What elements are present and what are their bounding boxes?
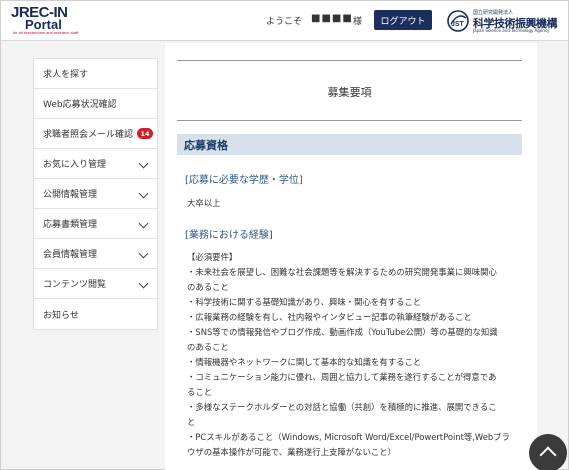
requirement-line: ・コミュニケーション能力に優れ、周囲と協力して業務を遂行することが得意であ <box>187 372 497 382</box>
sidebar-item-contents[interactable]: コンテンツ閲覧 <box>34 269 157 299</box>
requirement-line: ・未来社会を展望し、困難な社会課題等を解決するための研究開発事業に興味関心 <box>187 267 497 277</box>
sidebar-item-web-application-status[interactable]: Web応募状況確認 <box>34 89 157 119</box>
requirement-line: ・科学技術に関する基礎知識があり、興味・関心を有すること <box>187 297 422 307</box>
chevron-down-icon <box>138 188 149 199</box>
requirement-line: ・多様なステークホルダーとの対話と協働（共創）を積極的に推進、展開できるこ <box>187 402 497 412</box>
requirement-line: ・SNS等での情報発信やブログ作成、動画作成（YouTube公開）等の基礎的な知… <box>187 327 498 337</box>
chevron-down-icon <box>138 278 149 289</box>
main-content: 募集要項 応募資格 [応募に必要な学歴・学位] 大卒以上 [業務における経験] … <box>165 43 537 470</box>
requirement-line: 【必須要件】 <box>187 252 238 262</box>
sidebar-item-public-info[interactable]: 公開情報管理 <box>34 179 157 209</box>
sidebar-item-label: 公開情報管理 <box>43 190 98 200</box>
sidebar-item-inquiry-mail[interactable]: 求職者照会メール確認 14 <box>34 119 157 149</box>
requirement-line: ・PCスキルがあること（Windows, Microsoft Word/Exce… <box>187 432 510 442</box>
sidebar-item-label: お知らせ <box>43 310 79 321</box>
requirement-line: ・情報機器やネットワークに関して基本的な知識を有すること <box>187 357 422 367</box>
requirement-line: のあること <box>187 342 229 352</box>
divider <box>177 60 522 61</box>
sidebar-item-news[interactable]: お知らせ <box>34 299 157 329</box>
sidebar-menu: 求人を探す Web応募状況確認 求職者照会メール確認 14 お気に入り管理 公開… <box>33 58 158 330</box>
chevron-down-icon <box>138 218 149 229</box>
chevron-down-icon <box>138 248 149 259</box>
sidebar-item-label: お気に入り管理 <box>43 160 107 170</box>
sidebar-item-label: 応募書類管理 <box>43 220 98 230</box>
jst-emblem-icon: JST <box>447 10 469 32</box>
requirement-line: のあること <box>187 282 229 292</box>
scroll-to-top-button[interactable] <box>529 434 567 470</box>
logo-tagline: for all researchers and research staff <box>13 30 79 35</box>
requirement-text: 大卒以上 <box>187 198 221 208</box>
sidebar-item-favorites[interactable]: お気に入り管理 <box>34 149 157 179</box>
divider <box>177 120 522 121</box>
requirement-line: ること <box>187 387 213 397</box>
logout-button[interactable]: ログアウト <box>374 10 432 30</box>
username: ■■■■ <box>311 13 353 24</box>
section-heading: 応募資格 <box>177 134 522 155</box>
sidebar-item-label: 求人を探す <box>43 70 89 80</box>
requirement-line: と <box>187 417 196 427</box>
chevron-up-icon <box>539 446 557 464</box>
sidebar-item-member-info[interactable]: 会員情報管理 <box>34 239 157 269</box>
subsection-title: [応募に必要な学歴・学位] <box>185 175 303 186</box>
sidebar-item-label: Web応募状況確認 <box>43 100 117 110</box>
sidebar-item-job-search[interactable]: 求人を探す <box>34 59 157 89</box>
requirement-line: ・広報業務の経験を有し、社内報やインタビュー記事の執筆経験があること <box>187 312 472 322</box>
sidebar-item-label: コンテンツ閲覧 <box>43 280 107 290</box>
honorific: 様 <box>353 17 363 27</box>
sidebar-item-label: 会員情報管理 <box>43 250 98 260</box>
welcome-text: ようこそ <box>266 17 303 27</box>
subsection-title: [業務における経験] <box>185 230 273 241</box>
requirement-line: ウザの基本操作が可能で、業務遂行上支障がないこと） <box>187 447 397 457</box>
chevron-down-icon <box>138 158 149 169</box>
site-header: JREC-IN Portal for all researchers and r… <box>1 1 568 41</box>
sidebar-item-label: 求職者照会メール確認 <box>43 130 134 140</box>
unread-count-badge: 14 <box>137 128 154 139</box>
jst-logo[interactable]: JST 国立研究開発法人 科学技術振興機構 Japan Science and … <box>447 9 562 35</box>
jrec-in-logo[interactable]: JREC-IN Portal for all researchers and r… <box>11 5 91 37</box>
svg-text:JST: JST <box>451 21 465 28</box>
sidebar-item-application-documents[interactable]: 応募書類管理 <box>34 209 157 239</box>
jst-english-name: Japan Science and Technology Agency <box>473 28 550 33</box>
page-title: 募集要項 <box>327 86 372 99</box>
